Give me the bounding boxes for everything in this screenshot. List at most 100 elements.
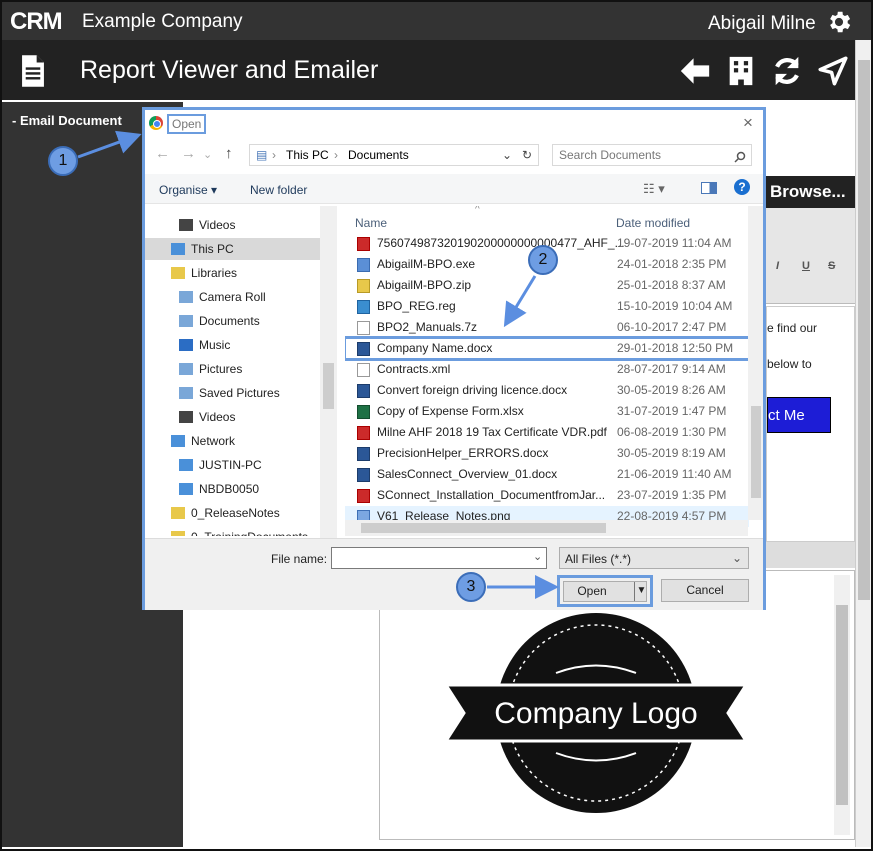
back-icon[interactable]: ← <box>155 145 170 162</box>
close-icon[interactable]: × <box>743 113 753 133</box>
column-header-date[interactable]: Date modified <box>616 216 690 230</box>
contact-me-button[interactable]: ct Me <box>767 397 831 433</box>
refresh-icon[interactable]: ↻ <box>522 148 532 162</box>
nav-item[interactable]: Videos <box>145 214 320 236</box>
file-row[interactable]: BPO_REG.reg 15-10-2019 10:04 AM <box>345 296 749 317</box>
folder-icon <box>171 531 185 536</box>
page-title: Report Viewer and Emailer <box>80 56 379 84</box>
open-button[interactable]: Open ▼ <box>563 581 647 602</box>
nav-item[interactable]: Music <box>145 334 320 356</box>
nav-item-label: Pictures <box>199 362 243 376</box>
file-name-input[interactable] <box>331 547 547 569</box>
nav-item[interactable]: 0_ReleaseNotes <box>145 502 320 524</box>
page-scrollbar-thumb[interactable] <box>858 60 870 600</box>
preview-scrollbar-thumb[interactable] <box>836 605 848 805</box>
chevron-down-icon[interactable]: ⌄ <box>533 550 542 563</box>
document-icon <box>22 55 44 87</box>
nav-item-label: Libraries <box>191 266 238 280</box>
preview-scrollbar[interactable] <box>834 575 850 835</box>
file-row[interactable]: AbigailM-BPO.zip 25-01-2018 8:37 AM <box>345 275 749 296</box>
breadcrumb-separator: › <box>334 148 338 162</box>
app-header: CRM Example Company Abigail Milne <box>2 2 871 40</box>
search-input[interactable]: Search Documents <box>552 144 752 166</box>
breadcrumb-separator: › <box>272 148 276 162</box>
nav-scrollbar-thumb[interactable] <box>323 363 334 409</box>
up-icon[interactable]: ↑ <box>225 145 233 162</box>
nav-item[interactable]: Saved Pictures <box>145 382 320 404</box>
italic-button[interactable]: I <box>776 260 779 272</box>
breadcrumb-this-pc[interactable]: This PC <box>286 148 329 162</box>
breadcrumb-documents[interactable]: Documents <box>348 148 409 162</box>
nav-item[interactable]: Camera Roll <box>145 286 320 308</box>
horizontal-scrollbar-thumb[interactable] <box>361 523 606 533</box>
file-row[interactable]: SConnect_Installation_DocumentfromJar...… <box>345 485 749 506</box>
forward-icon[interactable]: → <box>181 145 196 162</box>
exe-file-icon <box>357 258 370 272</box>
file-date: 06-10-2017 2:47 PM <box>617 320 727 334</box>
nav-scrollbar[interactable] <box>320 206 337 538</box>
new-folder-button[interactable]: New folder <box>250 183 307 197</box>
file-row[interactable]: Convert foreign driving licence.docx 30-0… <box>345 380 749 401</box>
nav-item[interactable]: JUSTIN-PC <box>145 454 320 476</box>
chevron-down-icon[interactable]: ⌄ <box>203 148 212 161</box>
dialog-title: Open <box>167 114 207 134</box>
file-row[interactable]: Milne AHF 2018 19 Tax Certificate VDR.pd… <box>345 422 749 443</box>
nav-item[interactable]: Videos <box>145 406 320 428</box>
gear-icon[interactable] <box>825 8 853 36</box>
column-header-name[interactable]: Name <box>355 216 387 230</box>
file-list-scrollbar[interactable] <box>748 206 763 520</box>
help-icon[interactable]: ? <box>734 179 750 195</box>
pc-icon <box>179 459 193 471</box>
view-options-icon[interactable]: ☷ ▾ <box>643 181 665 197</box>
library-icon <box>179 315 193 327</box>
nav-item-label: Music <box>199 338 231 352</box>
logo-text: Company Logo <box>494 697 697 730</box>
file-list-scrollbar-thumb[interactable] <box>751 406 761 498</box>
library-icon <box>179 291 193 303</box>
strike-button[interactable]: S <box>828 260 835 272</box>
search-icon[interactable] <box>734 151 746 163</box>
underline-button[interactable]: U <box>802 260 810 272</box>
file-row[interactable]: Copy of Expense Form.xlsx 31-07-2019 1:47… <box>345 401 749 422</box>
cancel-button[interactable]: Cancel <box>661 579 749 602</box>
nav-item[interactable]: Documents <box>145 310 320 332</box>
sort-chevron-icon: ^ <box>475 206 480 215</box>
page-scrollbar[interactable] <box>855 40 871 847</box>
open-dropdown-arrow[interactable]: ▼ <box>634 582 648 601</box>
preview-pane-icon[interactable] <box>701 182 717 194</box>
navigate-icon[interactable] <box>816 54 850 88</box>
editor-toolbar: I U S <box>766 208 855 304</box>
sidebar-section-label[interactable]: - Email Document <box>12 113 122 128</box>
editor-body[interactable]: e find our below to ct Me <box>766 306 855 542</box>
file-row[interactable]: PrecisionHelper_ERRORS.docx 30-05-2019 8:… <box>345 443 749 464</box>
file-type-select[interactable]: All Files (*.*) ⌄ <box>559 547 749 569</box>
library-icon <box>179 363 193 375</box>
back-arrow-icon[interactable] <box>678 54 712 88</box>
word-file-icon <box>357 447 370 461</box>
horizontal-scrollbar[interactable] <box>345 520 748 536</box>
file-row[interactable]: SalesConnect_Overview_01.docx 21-06-2019 … <box>345 464 749 485</box>
nav-item[interactable]: Libraries <box>145 262 320 284</box>
nav-item[interactable]: NBDB0050 <box>145 478 320 500</box>
editor-text: e find our <box>767 321 818 335</box>
nav-item[interactable]: This PC <box>145 238 320 260</box>
file-row[interactable]: BPO2_Manuals.7z 06-10-2017 2:47 PM <box>345 317 749 338</box>
dialog-nav-row: ← → ⌄ ↑ ▤ › This PC › Documents ⌄ ↻ Sear… <box>145 140 763 170</box>
navigation-pane: Videos This PC Libraries Camera Roll Documen… <box>145 206 335 536</box>
browse-button[interactable]: Browse... <box>766 176 855 208</box>
folder-path-icon: ▤ <box>256 148 268 162</box>
nav-item[interactable]: 0_TrainingDocuments <box>145 526 320 536</box>
file-date: 23-07-2019 1:35 PM <box>617 488 727 502</box>
refresh-icon[interactable] <box>770 54 804 88</box>
file-date: 28-07-2017 9:14 AM <box>617 362 726 376</box>
file-row[interactable]: Contracts.xml 28-07-2017 9:14 AM <box>345 359 749 380</box>
nav-item[interactable]: Network <box>145 430 320 452</box>
nav-item-label: This PC <box>191 242 234 256</box>
nav-item[interactable]: Pictures <box>145 358 320 380</box>
file-row[interactable]: Company Name.docx 29-01-2018 12:50 PM <box>345 336 751 361</box>
address-bar[interactable]: ▤ › This PC › Documents ⌄ ↻ <box>249 144 539 166</box>
organise-button[interactable]: Organise ▾ <box>159 183 217 197</box>
user-name[interactable]: Abigail Milne <box>708 13 816 35</box>
building-icon[interactable] <box>724 54 758 88</box>
chevron-down-icon[interactable]: ⌄ <box>502 148 512 162</box>
